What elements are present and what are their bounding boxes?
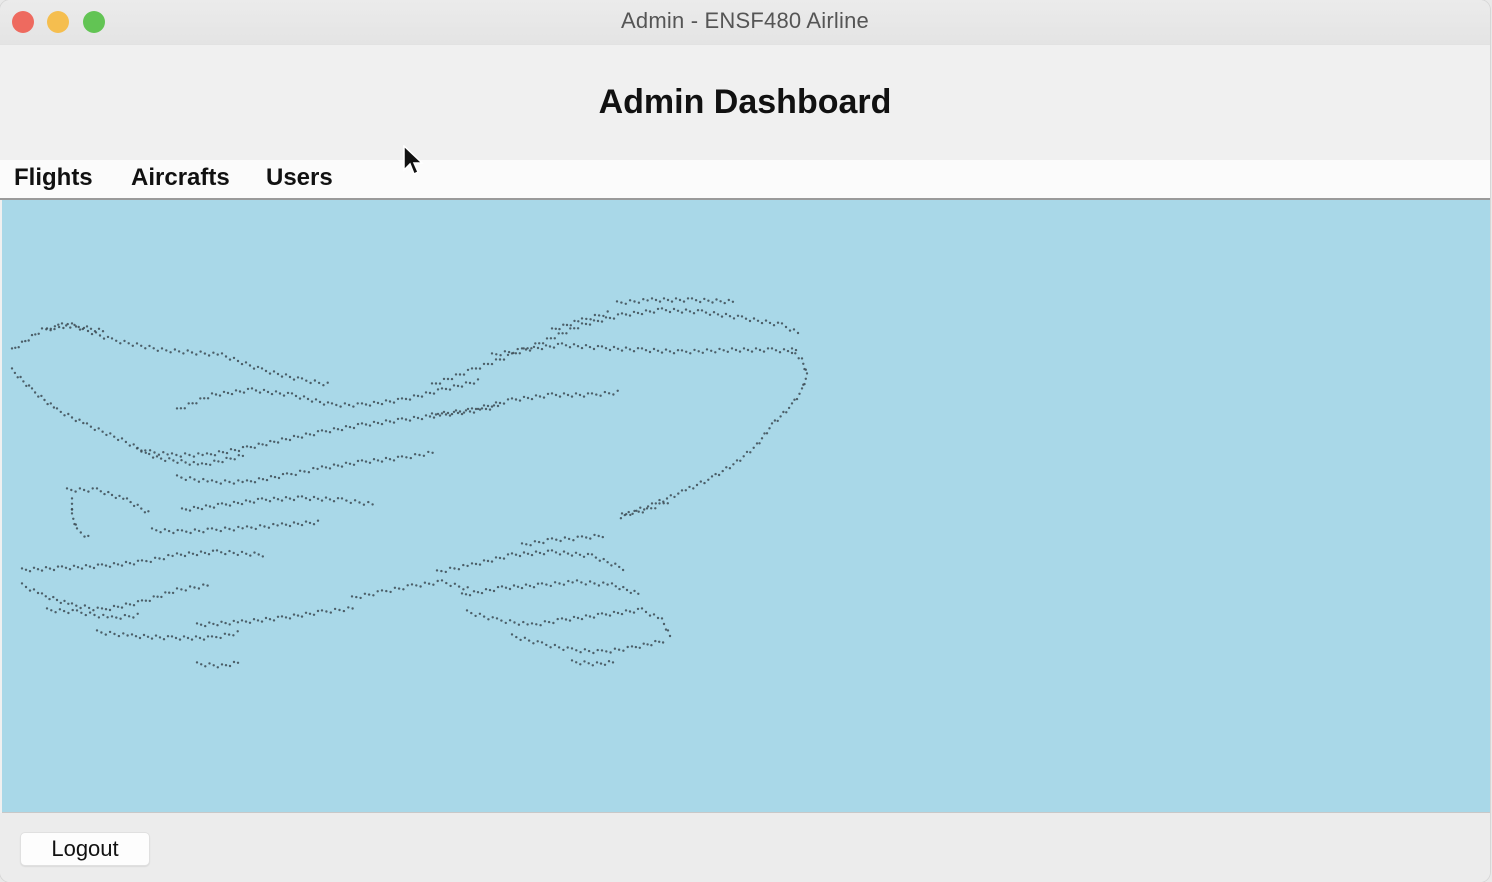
menu-flights[interactable]: Flights [14, 164, 93, 192]
mouse-pointer-icon [403, 145, 424, 176]
dashboard-header: Admin Dashboard [0, 45, 1490, 160]
menu-bar: Flights Aircrafts Users [0, 160, 1490, 200]
dashboard-content-panel [2, 200, 1490, 813]
app-window: Admin - ENSF480 Airline Admin Dashboard … [0, 0, 1490, 882]
menu-aircrafts[interactable]: Aircrafts [131, 164, 230, 192]
footer-bar: Logout [0, 813, 1490, 882]
airplane-ascii-art [10, 297, 809, 669]
window-title: Admin - ENSF480 Airline [621, 8, 869, 33]
menu-users[interactable]: Users [266, 164, 333, 192]
title-bar[interactable]: Admin - ENSF480 Airline [0, 0, 1490, 45]
page-title: Admin Dashboard [598, 83, 892, 121]
airplane-dots [10, 297, 809, 669]
logout-button[interactable]: Logout [20, 832, 150, 866]
